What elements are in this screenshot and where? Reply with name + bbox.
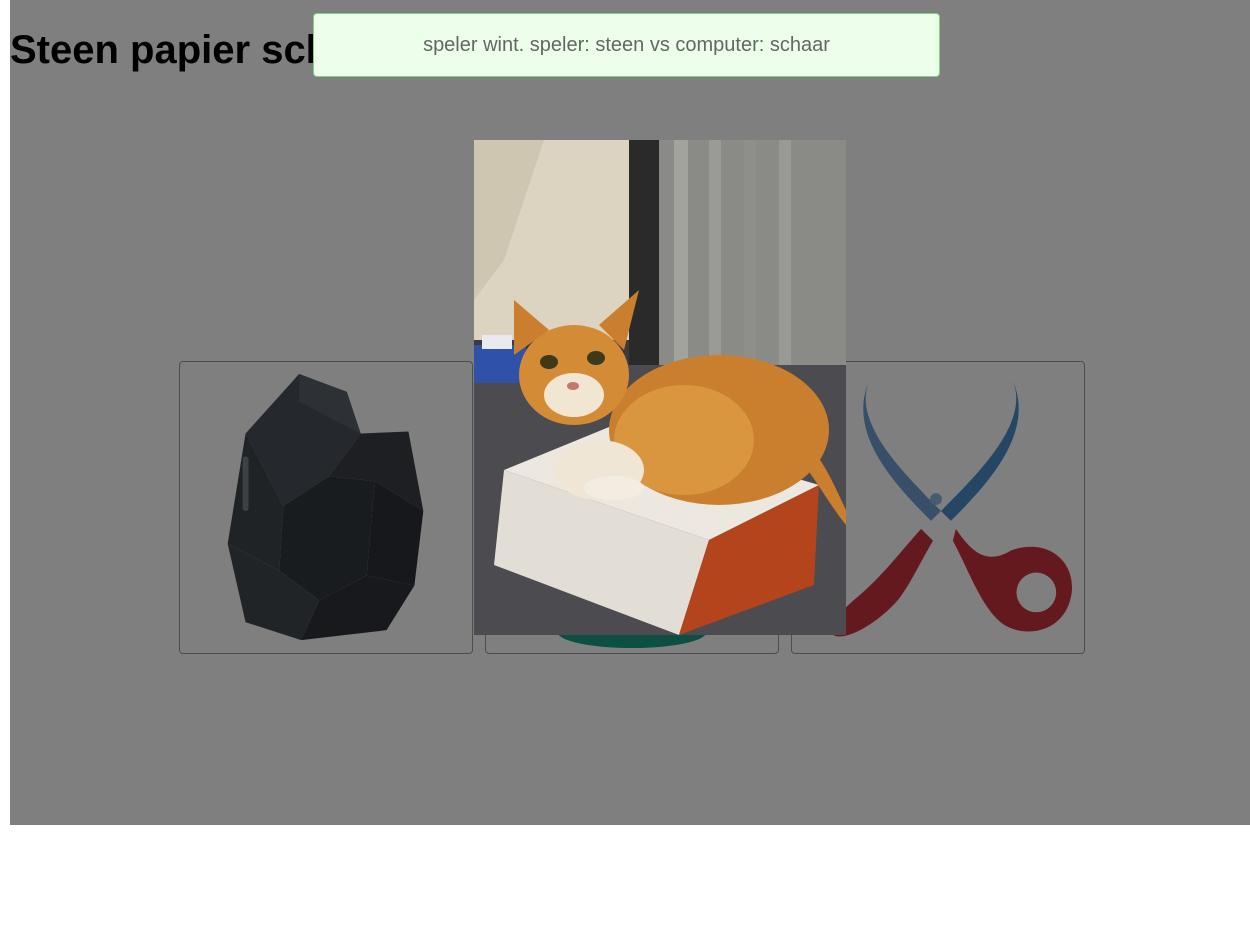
result-toast: speler wint. speler: steen vs computer: … xyxy=(313,13,940,77)
result-message: speler wint. speler: steen vs computer: … xyxy=(423,33,830,56)
popup-photo xyxy=(474,140,846,635)
cat-on-box-photo xyxy=(474,140,846,635)
